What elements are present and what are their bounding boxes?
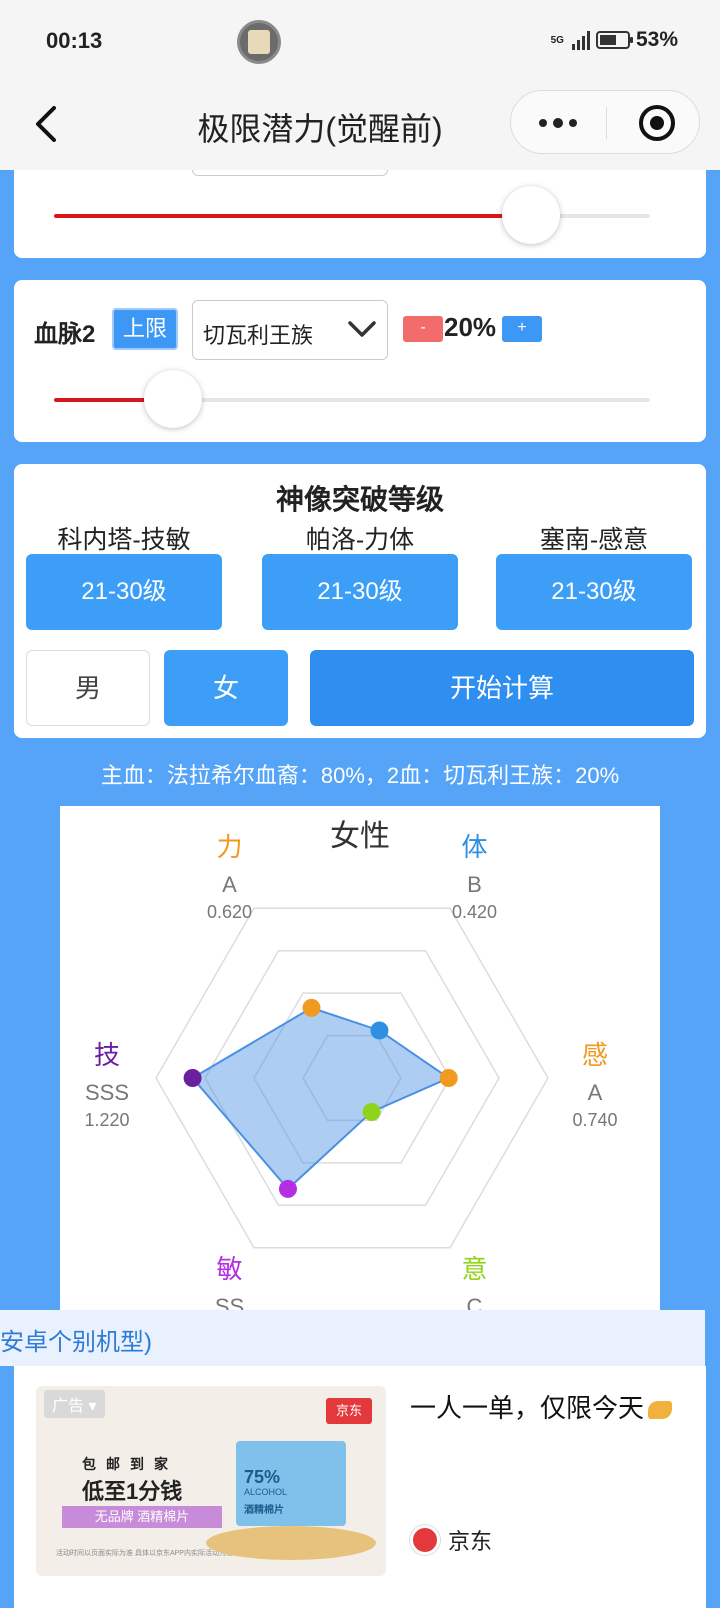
statue-label-palo: 帕洛-力体 — [305, 526, 415, 554]
radar-label-name-0: 力 — [216, 832, 242, 862]
radar-chart-panel: 女性 力A0.620体B0.420感A0.740意C0.300敏SS0.980技… — [60, 806, 660, 1376]
battery-icon — [595, 31, 633, 49]
male-button[interactable]: 男 — [26, 650, 150, 726]
status-bar: 00:13 5G 53% — [0, 0, 720, 84]
radar-chart: 女性 力A0.620体B0.420感A0.740意C0.300敏SS0.980技… — [84, 820, 617, 1344]
nav-bar: 极限潜力(觉醒前) — [0, 84, 720, 170]
jd-logo-icon — [410, 1525, 440, 1555]
statue-card: 神像突破等级 科内塔-技敏 帕洛-力体 塞南-感意 21-30级 21-30级 … — [14, 464, 706, 738]
miniprogram-capsule — [510, 90, 700, 154]
radar-point-3 — [362, 1102, 381, 1121]
chart-title: 女性 — [330, 820, 390, 853]
bloodline2-select[interactable]: 切瓦利王族 — [192, 300, 388, 360]
start-calculation-button[interactable]: 开始计算 — [310, 650, 694, 726]
notification-avatar-icon — [237, 20, 281, 64]
radar-label-value-0: 0.620 — [207, 902, 252, 922]
ad-brand[interactable]: 京东 — [410, 1524, 492, 1556]
ad-tag[interactable]: 广告 ▾ — [44, 1390, 105, 1418]
notice-text: 安卓个别机型) — [0, 1329, 152, 1356]
ad-title[interactable]: 一人一单，仅限今天 — [410, 1388, 673, 1425]
ad-product-alcohol: ALCOHOL — [244, 1487, 288, 1497]
statue-label-senan: 塞南-感意 — [539, 526, 649, 554]
radar-point-2 — [439, 1069, 458, 1087]
radar-area — [191, 1006, 451, 1191]
radar-label-name-3: 意 — [461, 1254, 487, 1284]
radar-point-4 — [278, 1179, 297, 1198]
ad-line3: 无品牌 酒精棉片 — [62, 1506, 222, 1528]
radar-label-grade-2: A — [588, 1080, 603, 1105]
chevron-down-icon — [348, 321, 376, 337]
radar-label-name-1: 体 — [461, 832, 487, 862]
ad-product-box: 75% ALCOHOL 酒精棉片 — [236, 1441, 346, 1526]
signal-icon — [571, 30, 590, 50]
bloodline1-slider-thumb[interactable] — [501, 186, 560, 244]
radar-label-value-5: 1.220 — [84, 1110, 129, 1130]
bloodline2-slider[interactable] — [54, 370, 650, 428]
statue-label-kenetta: 科内塔-技敏 — [57, 526, 191, 554]
limit-button[interactable]: 上限 — [112, 308, 178, 350]
ad-product-name: 酒精棉片 — [244, 1505, 284, 1516]
bloodline2-percent: 20% — [444, 312, 497, 342]
ad-plate-graphic — [206, 1526, 376, 1560]
bloodline-summary: 主血：法拉希尔血裔：80%，2血：切瓦利王族：20% — [100, 763, 620, 788]
radar-label-name-5: 技 — [94, 1040, 120, 1070]
bloodline1-slider[interactable] — [54, 186, 650, 244]
radar-label-value-1: 0.420 — [452, 902, 497, 922]
radar-point-0 — [302, 998, 321, 1017]
statue-level-kenetta-button[interactable]: 21-30级 — [26, 554, 222, 630]
notice-bar: 安卓个别机型) — [0, 1310, 705, 1366]
battery-percent: 53% — [635, 28, 678, 51]
radar-point-1 — [370, 1021, 389, 1040]
ad-line2: 低至1分钱 — [82, 1479, 183, 1504]
bloodline1-card — [14, 170, 706, 258]
close-miniprogram-icon[interactable] — [639, 105, 675, 141]
radar-label-name-2: 感 — [582, 1040, 608, 1070]
radar-label-grade-0: A — [222, 872, 237, 897]
percent-increase-button[interactable]: + — [502, 316, 542, 342]
radar-label-grade-5: SSS — [85, 1080, 129, 1105]
bloodline1-select[interactable] — [192, 170, 388, 176]
percent-decrease-button[interactable]: - — [403, 316, 443, 342]
bloodline2-card: 血脉2 上限 切瓦利王族 - 20% + — [14, 280, 706, 442]
radar-label-value-2: 0.740 — [572, 1110, 617, 1130]
bloodline2-slider-thumb[interactable] — [144, 370, 203, 428]
status-indicators: 5G 53% — [551, 28, 678, 52]
radar-label-grade-1: B — [467, 872, 482, 897]
ad-brand-name: 京东 — [448, 1529, 493, 1554]
thumbs-up-icon — [648, 1401, 673, 1420]
ad-line4: 活动时间以页面实际为准 具体以京东APP内实际活动为准 — [56, 1550, 233, 1557]
bloodline2-select-value: 切瓦利王族 — [203, 323, 314, 348]
ad-line1: 包邮到家 — [82, 1456, 178, 1472]
statue-title: 神像突破等级 — [275, 484, 444, 515]
ad-jd-badge: 京东 — [326, 1398, 372, 1424]
ad-image[interactable]: 广告 ▾ 京东 包邮到家 低至1分钱 无品牌 酒精棉片 活动时间以页面实际为准 … — [36, 1386, 386, 1576]
ad-product-percent: 75% — [244, 1467, 281, 1487]
bloodline2-label: 血脉2 — [34, 321, 96, 348]
statue-level-palo-button[interactable]: 21-30级 — [262, 554, 458, 630]
female-button[interactable]: 女 — [164, 650, 288, 726]
radar-point-5 — [183, 1069, 202, 1087]
status-time: 00:13 — [46, 28, 103, 53]
more-icon[interactable] — [539, 118, 577, 128]
ad-banner[interactable]: 广告 ▾ 京东 包邮到家 低至1分钱 无品牌 酒精棉片 活动时间以页面实际为准 … — [14, 1366, 706, 1608]
network-type: 5G — [550, 34, 564, 46]
bloodline1-slider-fill — [54, 214, 531, 218]
radar-label-name-4: 敏 — [216, 1254, 242, 1284]
statue-level-senan-button[interactable]: 21-30级 — [496, 554, 692, 630]
